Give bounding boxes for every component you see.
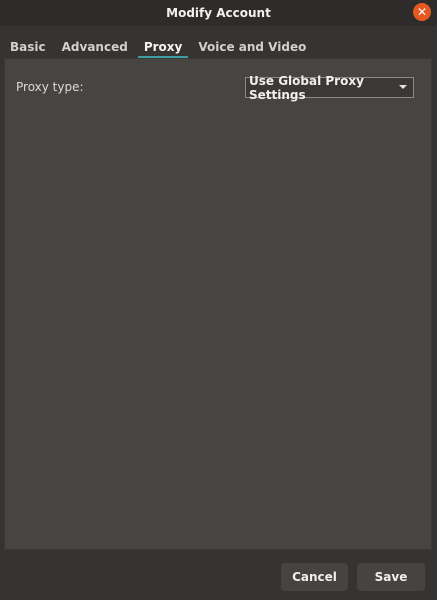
tab-voice-and-video[interactable]: Voice and Video [192,36,312,58]
modify-account-dialog: Modify Account ✕ Basic Advanced Proxy Vo… [0,0,437,600]
proxy-type-value: Use Global Proxy Settings [249,73,364,102]
tab-basic[interactable]: Basic [4,36,52,58]
tab-bar: Basic Advanced Proxy Voice and Video [0,36,437,58]
proxy-panel: Proxy type: Use Global Proxy Settings [4,58,432,550]
proxy-type-label: Proxy type: [16,80,84,94]
proxy-type-select[interactable]: Use Global Proxy Settings [245,74,414,102]
close-button[interactable]: ✕ [413,3,431,21]
chevron-down-icon [399,85,407,89]
title-bar: Modify Account ✕ [0,0,437,26]
cancel-button[interactable]: Cancel [281,563,348,591]
tab-advanced[interactable]: Advanced [56,36,134,58]
close-icon: ✕ [416,5,428,19]
window-title: Modify Account [166,6,271,20]
tab-proxy[interactable]: Proxy [137,36,189,58]
save-button[interactable]: Save [357,563,425,591]
